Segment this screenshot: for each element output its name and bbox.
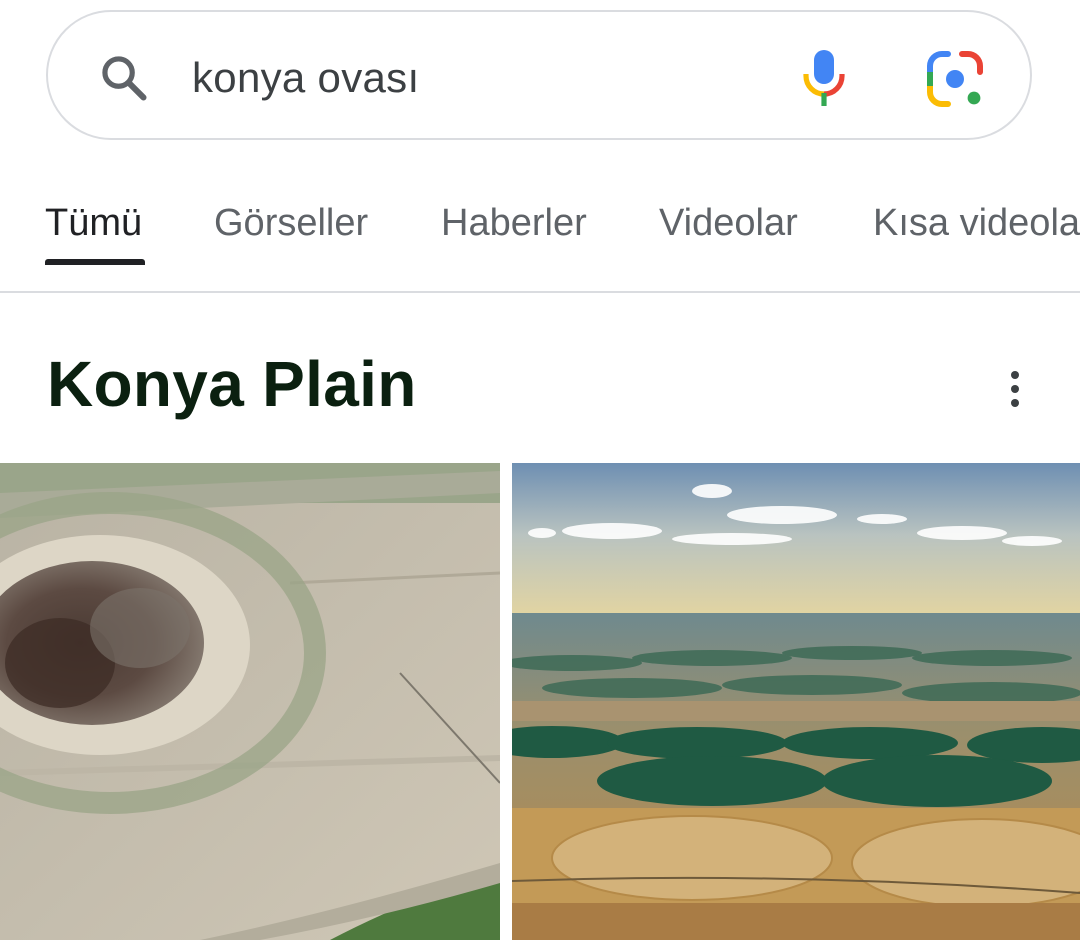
search-tabs: Tümü Görseller Haberler Videolar Kısa vi… bbox=[0, 175, 1080, 293]
lens-icon[interactable] bbox=[926, 50, 984, 108]
active-tab-indicator bbox=[45, 259, 145, 265]
knowledge-panel-title: Konya Plain bbox=[47, 348, 417, 420]
image-circular-fields[interactable] bbox=[512, 463, 1080, 940]
search-bar[interactable]: konya ovası bbox=[46, 10, 1032, 140]
tab-images[interactable]: Görseller bbox=[214, 201, 368, 245]
tab-news[interactable]: Haberler bbox=[441, 201, 587, 245]
more-vert-icon[interactable] bbox=[998, 366, 1032, 412]
search-icon[interactable] bbox=[98, 52, 150, 104]
search-input[interactable]: konya ovası bbox=[192, 52, 419, 104]
mic-icon[interactable] bbox=[796, 48, 852, 108]
tab-short-videos[interactable]: Kısa videolar bbox=[873, 201, 1080, 245]
tab-videos[interactable]: Videolar bbox=[659, 201, 798, 245]
image-sinkhole[interactable] bbox=[0, 463, 500, 940]
tab-all[interactable]: Tümü bbox=[45, 201, 142, 245]
